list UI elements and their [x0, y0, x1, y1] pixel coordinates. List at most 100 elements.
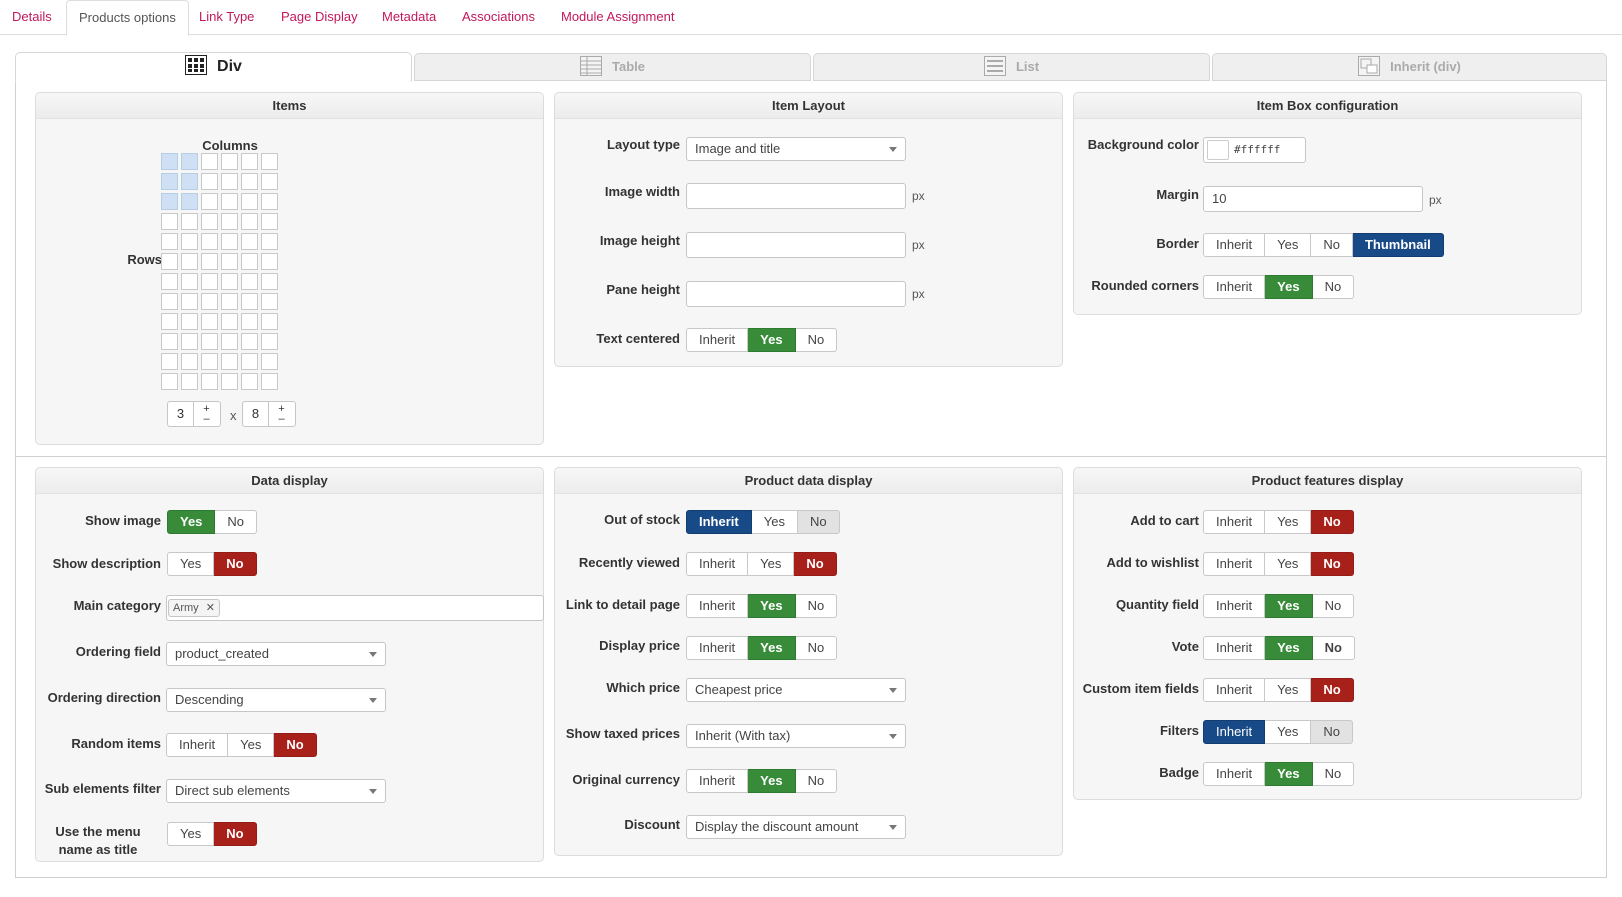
random-items-inherit[interactable]: Inherit	[166, 733, 229, 757]
grid-cell[interactable]	[161, 313, 178, 330]
grid-cell[interactable]	[201, 213, 218, 230]
tab-associations[interactable]: Associations	[450, 0, 547, 35]
grid-cell[interactable]	[221, 273, 238, 290]
grid-cell[interactable]	[241, 373, 258, 390]
show-image-toggle[interactable]: Yes No	[167, 510, 258, 534]
grid-cell[interactable]	[201, 253, 218, 270]
grid-cell[interactable]	[181, 213, 198, 230]
margin-input[interactable]: 10	[1203, 186, 1423, 212]
grid-cell[interactable]	[181, 253, 198, 270]
grid-cell[interactable]	[161, 273, 178, 290]
add-to-cart-toggle[interactable]: Inherit Yes No	[1203, 510, 1354, 534]
grid-cell[interactable]	[161, 293, 178, 310]
image-height-input[interactable]	[686, 232, 906, 258]
grid-cell[interactable]	[161, 173, 178, 190]
pane-height-input[interactable]	[686, 281, 906, 307]
custom-fields-inherit[interactable]: Inherit	[1203, 678, 1266, 702]
grid-cell[interactable]	[241, 293, 258, 310]
layout-tab-inherit[interactable]: Inherit (div)	[1212, 53, 1607, 81]
grid-cell[interactable]	[161, 253, 178, 270]
remove-tag-icon[interactable]: ✕	[206, 602, 215, 614]
grid-cell[interactable]	[181, 353, 198, 370]
layout-tab-table[interactable]: Table	[414, 53, 811, 81]
grid-cell[interactable]	[221, 213, 238, 230]
grid-cell[interactable]	[161, 233, 178, 250]
badge-no[interactable]: No	[1312, 762, 1355, 786]
vote-inherit[interactable]: Inherit	[1203, 636, 1266, 660]
recently-viewed-inherit[interactable]: Inherit	[686, 552, 749, 576]
grid-cell[interactable]	[201, 173, 218, 190]
custom-fields-toggle[interactable]: Inherit Yes No	[1203, 678, 1354, 702]
original-currency-no[interactable]: No	[795, 769, 838, 793]
grid-cell[interactable]	[261, 193, 278, 210]
grid-cell[interactable]	[261, 293, 278, 310]
grid-cell[interactable]	[221, 293, 238, 310]
sub-elements-select[interactable]: Direct sub elements	[166, 779, 386, 803]
grid-cell[interactable]	[261, 253, 278, 270]
ordering-direction-select[interactable]: Descending	[166, 688, 386, 712]
show-image-yes[interactable]: Yes	[167, 510, 216, 534]
grid-cell[interactable]	[241, 213, 258, 230]
columns-value[interactable]: 3	[168, 402, 193, 426]
grid-cell[interactable]	[261, 213, 278, 230]
text-centered-toggle[interactable]: Inherit Yes No	[686, 328, 838, 352]
add-to-cart-no[interactable]: No	[1311, 510, 1354, 534]
grid-cell[interactable]	[261, 173, 278, 190]
grid-cell[interactable]	[201, 313, 218, 330]
show-image-no[interactable]: No	[215, 510, 258, 534]
grid-cell[interactable]	[261, 273, 278, 290]
rounded-corners-toggle[interactable]: Inherit Yes No	[1203, 275, 1355, 299]
random-items-no[interactable]: No	[274, 733, 317, 757]
grid-cell[interactable]	[181, 313, 198, 330]
badge-inherit[interactable]: Inherit	[1203, 762, 1266, 786]
vote-no[interactable]: No	[1312, 636, 1355, 660]
main-category-input[interactable]	[166, 595, 544, 621]
grid-cell[interactable]	[261, 353, 278, 370]
grid-cell[interactable]	[221, 153, 238, 170]
rounded-yes[interactable]: Yes	[1265, 275, 1313, 299]
grid-cell[interactable]	[181, 193, 198, 210]
layout-tab-list[interactable]: List	[813, 53, 1210, 81]
out-of-stock-no[interactable]: No	[797, 510, 840, 534]
badge-yes[interactable]: Yes	[1265, 762, 1313, 786]
add-to-cart-inherit[interactable]: Inherit	[1203, 510, 1266, 534]
tab-details[interactable]: Details	[0, 0, 64, 35]
grid-cell[interactable]	[221, 193, 238, 210]
recently-viewed-no[interactable]: No	[794, 552, 837, 576]
grid-cell[interactable]	[201, 273, 218, 290]
grid-cell[interactable]	[181, 153, 198, 170]
discount-select[interactable]: Display the discount amount	[686, 815, 906, 839]
random-items-yes[interactable]: Yes	[228, 733, 275, 757]
add-to-wishlist-inherit[interactable]: Inherit	[1203, 552, 1266, 576]
show-description-toggle[interactable]: Yes No	[167, 552, 257, 576]
recently-viewed-yes[interactable]: Yes	[748, 552, 795, 576]
rows-minus[interactable]: –	[278, 413, 284, 425]
link-detail-toggle[interactable]: Inherit Yes No	[686, 594, 838, 618]
grid-cell[interactable]	[221, 373, 238, 390]
grid-cell[interactable]	[201, 233, 218, 250]
random-items-toggle[interactable]: Inherit Yes No	[166, 733, 317, 757]
filters-inherit[interactable]: Inherit	[1203, 720, 1266, 744]
display-price-toggle[interactable]: Inherit Yes No	[686, 636, 838, 660]
text-centered-no[interactable]: No	[795, 328, 838, 352]
grid-cell[interactable]	[241, 173, 258, 190]
original-currency-inherit[interactable]: Inherit	[686, 769, 749, 793]
rows-spinner[interactable]: 8 + –	[242, 401, 296, 427]
grid-cell[interactable]	[161, 153, 178, 170]
grid-cell[interactable]	[241, 273, 258, 290]
add-to-wishlist-yes[interactable]: Yes	[1265, 552, 1312, 576]
columns-stepper[interactable]: + –	[193, 402, 219, 426]
columns-spinner[interactable]: 3 + –	[167, 401, 221, 427]
recently-viewed-toggle[interactable]: Inherit Yes No	[686, 552, 837, 576]
custom-fields-no[interactable]: No	[1311, 678, 1354, 702]
grid-cell[interactable]	[181, 233, 198, 250]
layout-type-select[interactable]: Image and title	[686, 137, 906, 161]
rows-value[interactable]: 8	[243, 402, 268, 426]
display-price-yes[interactable]: Yes	[748, 636, 796, 660]
vote-yes[interactable]: Yes	[1265, 636, 1313, 660]
grid-cell[interactable]	[221, 313, 238, 330]
grid-cell[interactable]	[241, 153, 258, 170]
grid-cell[interactable]	[221, 233, 238, 250]
custom-fields-yes[interactable]: Yes	[1265, 678, 1312, 702]
tab-page-display[interactable]: Page Display	[269, 0, 370, 35]
